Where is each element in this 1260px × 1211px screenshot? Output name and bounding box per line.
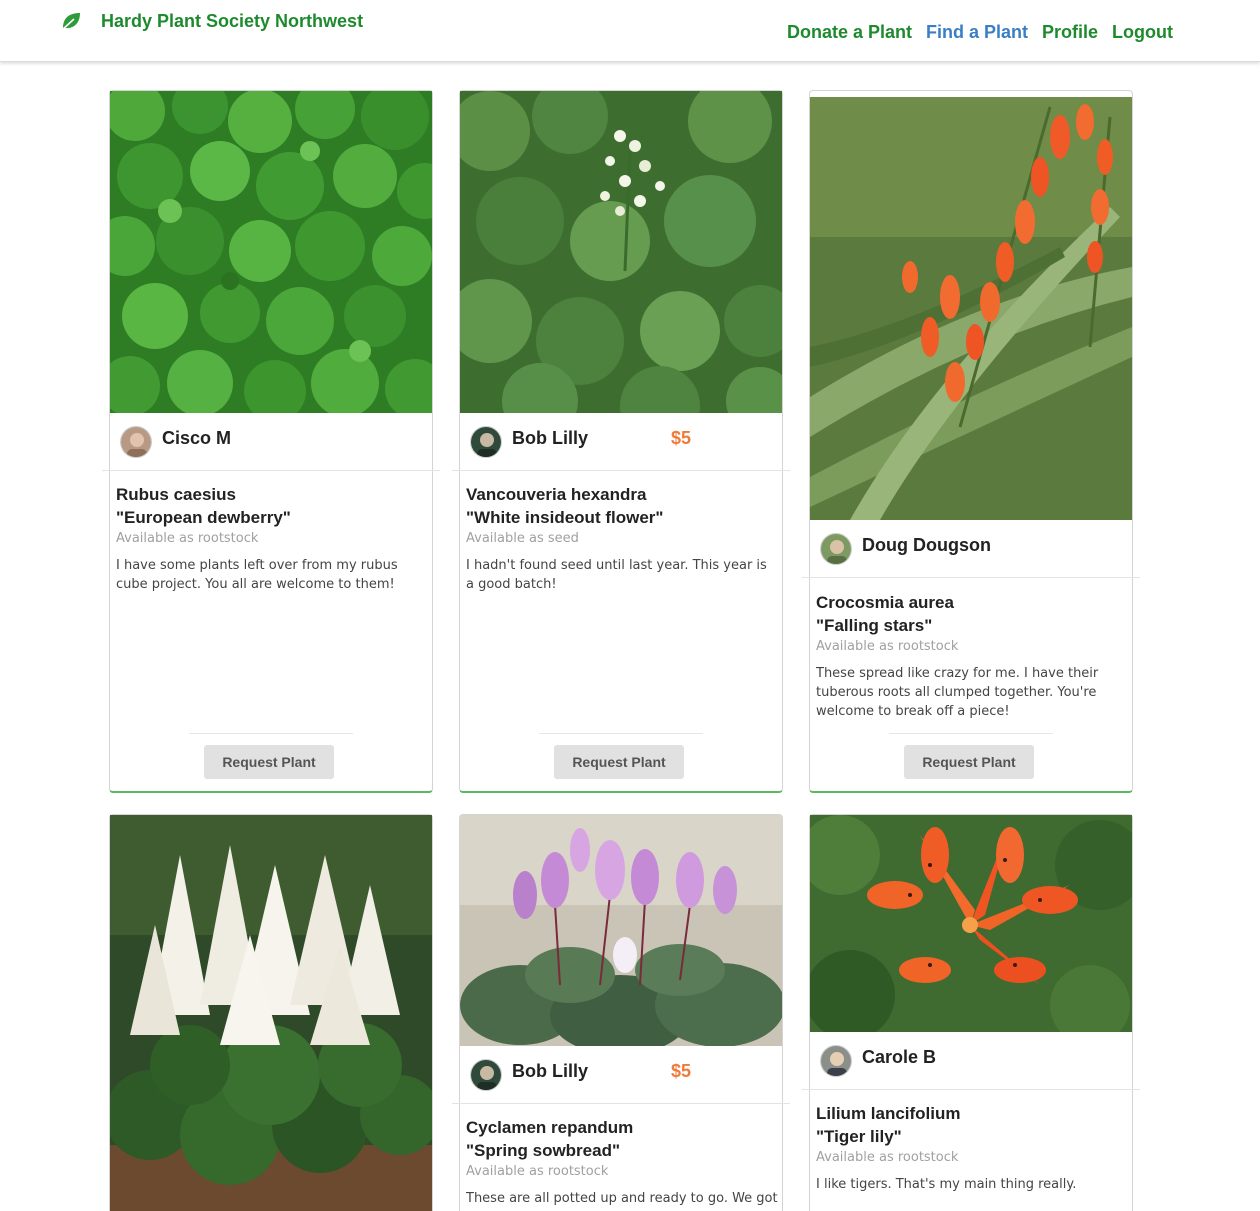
footer-divider	[889, 733, 1053, 734]
owner-name[interactable]: Carole B	[862, 1047, 936, 1068]
plant-card: Bob Lilly $5 Vancouveria hexandra "White…	[452, 90, 790, 793]
plant-photo	[460, 815, 782, 1046]
owner-row: Bob Lilly $5	[452, 1046, 790, 1104]
plant-photo	[810, 97, 1132, 520]
owner-row: Carole B	[802, 1032, 1140, 1090]
request-plant-button[interactable]: Request Plant	[204, 745, 334, 779]
top-navbar: Hardy Plant Society Northwest Donate a P…	[0, 0, 1260, 62]
owner-name[interactable]: Bob Lilly	[512, 428, 588, 449]
common-name: "Spring sowbread"	[466, 1141, 621, 1160]
plant-photo	[110, 815, 432, 1211]
common-name: "White insideout flower"	[466, 508, 664, 527]
owner-name[interactable]: Doug Dougson	[862, 535, 991, 556]
leaf-icon	[61, 13, 80, 31]
owner-avatar[interactable]	[820, 1045, 852, 1077]
plant-info: Vancouveria hexandra "White insideout fl…	[466, 483, 778, 594]
plant-description: I like tigers. That's my main thing real…	[816, 1177, 1077, 1192]
plant-info: Cyclamen repandum "Spring sowbread" Avai…	[466, 1116, 778, 1208]
plant-photo	[810, 815, 1132, 1032]
latin-name: Rubus caesius	[116, 485, 236, 504]
footer-divider	[189, 733, 353, 734]
owner-divider	[452, 1103, 790, 1104]
common-name: "European dewberry"	[116, 508, 291, 527]
plant-description: These spread like crazy for me. I have t…	[816, 666, 1099, 719]
nav-find-plant[interactable]: Find a Plant	[926, 22, 1028, 43]
owner-divider	[802, 1089, 1140, 1090]
brand[interactable]: Hardy Plant Society Northwest	[60, 10, 363, 32]
owner-avatar[interactable]	[120, 426, 152, 458]
availability-text: Available as rootstock	[466, 1164, 609, 1179]
plant-card	[109, 814, 433, 1211]
owner-row: Cisco M	[102, 413, 440, 471]
plant-description: I have some plants left over from my rub…	[116, 558, 398, 592]
latin-name: Lilium lancifolium	[816, 1104, 961, 1123]
owner-divider	[802, 577, 1140, 578]
latin-name: Crocosmia aurea	[816, 593, 954, 612]
nav-logout[interactable]: Logout	[1112, 22, 1173, 43]
common-name: "Falling stars"	[816, 616, 933, 635]
owner-avatar[interactable]	[470, 426, 502, 458]
common-name: "Tiger lily"	[816, 1127, 902, 1146]
brand-name: Hardy Plant Society Northwest	[101, 10, 364, 31]
availability-text: Available as seed	[466, 531, 579, 546]
latin-name: Vancouveria hexandra	[466, 485, 647, 504]
plant-card: Doug Dougson Crocosmia aurea "Falling st…	[802, 90, 1140, 793]
plant-card: Bob Lilly $5 Cyclamen repandum "Spring s…	[452, 814, 790, 1211]
plant-description: These are all potted up and ready to go.…	[466, 1191, 778, 1206]
latin-name: Cyclamen repandum	[466, 1118, 634, 1137]
nav-links: Donate a Plant Find a Plant Profile Logo…	[773, 22, 1173, 43]
plant-photo	[110, 91, 432, 413]
plant-card: Carole B Lilium lancifolium "Tiger lily"…	[802, 814, 1140, 1211]
request-plant-button[interactable]: Request Plant	[904, 745, 1034, 779]
availability-text: Available as rootstock	[116, 531, 259, 546]
request-plant-button[interactable]: Request Plant	[554, 745, 684, 779]
owner-divider	[102, 470, 440, 471]
plant-description: I hadn't found seed until last year. Thi…	[466, 558, 767, 592]
plant-photo	[460, 91, 782, 413]
nav-profile[interactable]: Profile	[1042, 22, 1098, 43]
owner-avatar[interactable]	[470, 1059, 502, 1091]
footer-divider	[539, 733, 703, 734]
owner-row: Bob Lilly $5	[452, 413, 790, 471]
owner-row: Doug Dougson	[802, 520, 1140, 578]
availability-text: Available as rootstock	[816, 1150, 959, 1165]
availability-text: Available as rootstock	[816, 639, 959, 654]
plant-card: Cisco M Rubus caesius "European dewberry…	[102, 90, 440, 793]
owner-avatar[interactable]	[820, 533, 852, 565]
price-label: $5	[671, 428, 692, 448]
owner-name[interactable]: Bob Lilly	[512, 1061, 588, 1082]
plant-info: Lilium lancifolium "Tiger lily" Availabl…	[816, 1102, 1128, 1194]
owner-divider	[452, 470, 790, 471]
plant-info: Rubus caesius "European dewberry" Availa…	[116, 483, 428, 594]
nav-donate-plant[interactable]: Donate a Plant	[787, 22, 912, 43]
plant-info: Crocosmia aurea "Falling stars" Availabl…	[816, 591, 1128, 721]
owner-name[interactable]: Cisco M	[162, 428, 231, 449]
price-label: $5	[671, 1061, 692, 1081]
